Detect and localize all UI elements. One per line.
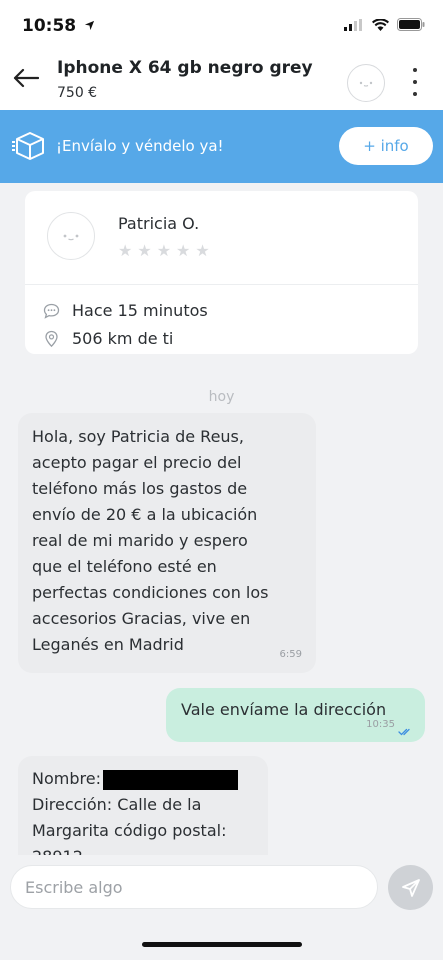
item-title[interactable]: Iphone X 64 gb negro grey (57, 58, 313, 78)
package-icon (12, 132, 44, 160)
message-line: accesorios Gracias, vive en (32, 609, 251, 628)
more-dot-icon (413, 92, 417, 96)
status-icons (344, 18, 425, 31)
message-bubble-incoming[interactable]: Nombre: Dirección: Calle de la Margarita… (18, 756, 268, 855)
user-avatar[interactable] (347, 64, 385, 102)
message-line: acepto pagar el precio del (32, 453, 242, 472)
redacted-block (102, 769, 238, 790)
send-icon (401, 878, 420, 897)
message-line: Margarita código postal: (32, 821, 227, 840)
message-line: perfectas condiciones con los (32, 583, 269, 602)
message-input-box[interactable] (10, 865, 378, 909)
back-button[interactable] (10, 62, 42, 94)
send-button[interactable] (388, 865, 433, 910)
double-check-icon (398, 728, 410, 736)
message-line: 28912 (32, 844, 238, 855)
battery-icon (397, 18, 425, 31)
chat-header: Iphone X 64 gb negro grey 750 € (0, 52, 443, 110)
message-bubble-outgoing[interactable]: Vale envíame la dirección 10:35 (166, 688, 425, 742)
more-dot-icon (413, 80, 417, 84)
message-line: que el teléfono esté en (32, 557, 217, 576)
more-options-button[interactable] (405, 66, 425, 98)
message-line: Leganés en Madrid (32, 635, 184, 654)
profile-card[interactable]: Patricia O. ★ ★ ★ ★ ★ Hace 15 minutos 50… (25, 191, 418, 354)
avatar-face-icon (359, 81, 373, 87)
distance-text: 506 km de ti (72, 329, 174, 348)
chat-bubble-icon (43, 303, 60, 319)
message-text: Nombre: Dirección: Calle de la Margarita… (32, 766, 238, 855)
rating-stars: ★ ★ ★ ★ ★ (118, 243, 210, 259)
message-line: real de mi marido y espero (32, 531, 248, 550)
name-label: Nombre: (32, 769, 101, 788)
distance-row: 506 km de ti (43, 329, 173, 348)
avatar-face-icon (63, 234, 79, 241)
message-line: Hola, soy Patricia de Reus, (32, 427, 244, 446)
arrow-left-icon (13, 68, 39, 88)
more-info-button[interactable]: + info (339, 127, 433, 165)
status-time: 10:58 (22, 16, 95, 36)
location-pin-icon (45, 330, 58, 347)
home-indicator (142, 942, 302, 947)
message-line: teléfono más los gastos de (32, 479, 248, 498)
star-icon: ★ (156, 241, 172, 260)
message-time: 6:59 (279, 649, 302, 660)
message-input[interactable] (11, 866, 377, 908)
profile-name[interactable]: Patricia O. (118, 214, 199, 233)
composer (0, 855, 443, 960)
shipping-banner: ¡Envíalo y véndelo ya! + info (0, 110, 443, 183)
star-icon: ★ (195, 241, 210, 260)
last-seen-row: Hace 15 minutos (43, 301, 208, 320)
signal-icon (344, 18, 362, 31)
star-icon: ★ (118, 241, 133, 260)
message-time: 10:35 (366, 719, 395, 730)
star-icon: ★ (137, 241, 152, 260)
message-bubble-incoming[interactable]: Hola, soy Patricia de Reus, acepto pagar… (18, 413, 316, 673)
location-arrow-icon (84, 20, 95, 31)
status-time-text: 10:58 (22, 16, 77, 36)
banner-text: ¡Envíalo y véndelo ya! (56, 137, 224, 155)
message-text: Hola, soy Patricia de Reus, acepto pagar… (32, 424, 269, 658)
message-line: Nombre: (32, 766, 238, 792)
chat-area[interactable]: Patricia O. ★ ★ ★ ★ ★ Hace 15 minutos 50… (0, 183, 443, 855)
last-seen-text: Hace 15 minutos (72, 301, 208, 320)
profile-avatar[interactable] (47, 212, 95, 260)
day-separator: hoy (208, 389, 235, 405)
star-icon: ★ (176, 241, 191, 260)
divider (25, 284, 418, 285)
status-bar: 10:58 (0, 0, 443, 52)
message-line: Dirección: Calle de la (32, 795, 202, 814)
message-text: Vale envíame la dirección (181, 700, 387, 719)
wifi-icon (372, 18, 389, 31)
message-line: envío de 20 € a la ubicación (32, 505, 258, 524)
more-dot-icon (413, 68, 417, 72)
item-price: 750 € (57, 85, 98, 101)
